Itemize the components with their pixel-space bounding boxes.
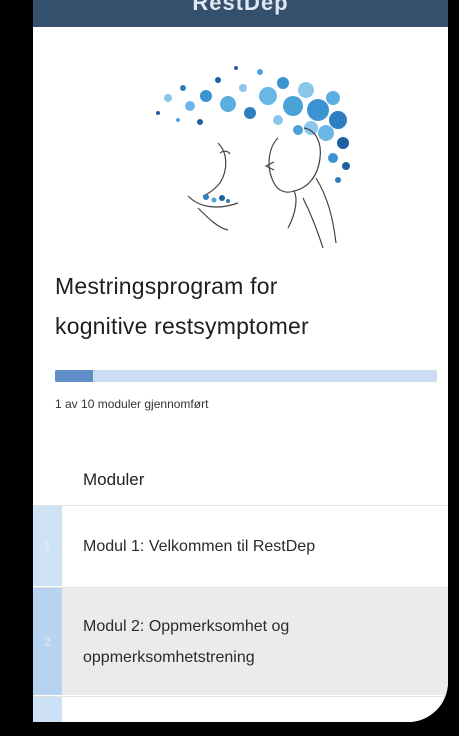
program-title-line2: kognitive restsymptomer xyxy=(55,313,309,339)
app-title: RestDep xyxy=(192,0,289,15)
app-header: RestDep xyxy=(33,0,448,27)
module-number xyxy=(33,697,62,722)
module-item-3[interactable] xyxy=(33,696,448,722)
hero-illustration xyxy=(156,66,350,248)
woman-figure xyxy=(187,127,337,248)
progress-bar xyxy=(55,370,437,382)
progress-text: 1 av 10 moduler gjennomført xyxy=(55,397,209,411)
module-label-line1: Modul 2: Oppmerksomhet og xyxy=(83,617,290,635)
program-title: Mestringsprogram for kognitive restsympt… xyxy=(55,266,435,346)
module-item-2[interactable]: 2 Modul 2: Oppmerksomhet og oppmerksomhe… xyxy=(33,587,448,695)
module-label xyxy=(62,697,448,722)
dots-cloud xyxy=(156,66,350,183)
modules-heading: Moduler xyxy=(83,470,145,489)
module-number: 1 xyxy=(33,506,62,586)
module-label: Modul 1: Velkommen til RestDep xyxy=(83,537,316,555)
hand-dots xyxy=(203,194,230,203)
progress-fill xyxy=(55,370,94,382)
module-label-line2: oppmerksomhetstrening xyxy=(83,648,255,666)
module-label: Modul 2: Oppmerksomhet og oppmerksomhets… xyxy=(62,588,448,695)
device-frame: RestDep Mestringsprogram for kognitive r… xyxy=(0,0,459,736)
program-title-line1: Mestringsprogram for xyxy=(55,273,278,299)
module-item-1[interactable]: 1 Modul 1: Velkommen til RestDep xyxy=(33,505,448,586)
app-screen: RestDep Mestringsprogram for kognitive r… xyxy=(33,0,448,722)
module-number: 2 xyxy=(33,588,62,695)
module-list: 1 Modul 1: Velkommen til RestDep 2 Modul… xyxy=(33,505,448,722)
